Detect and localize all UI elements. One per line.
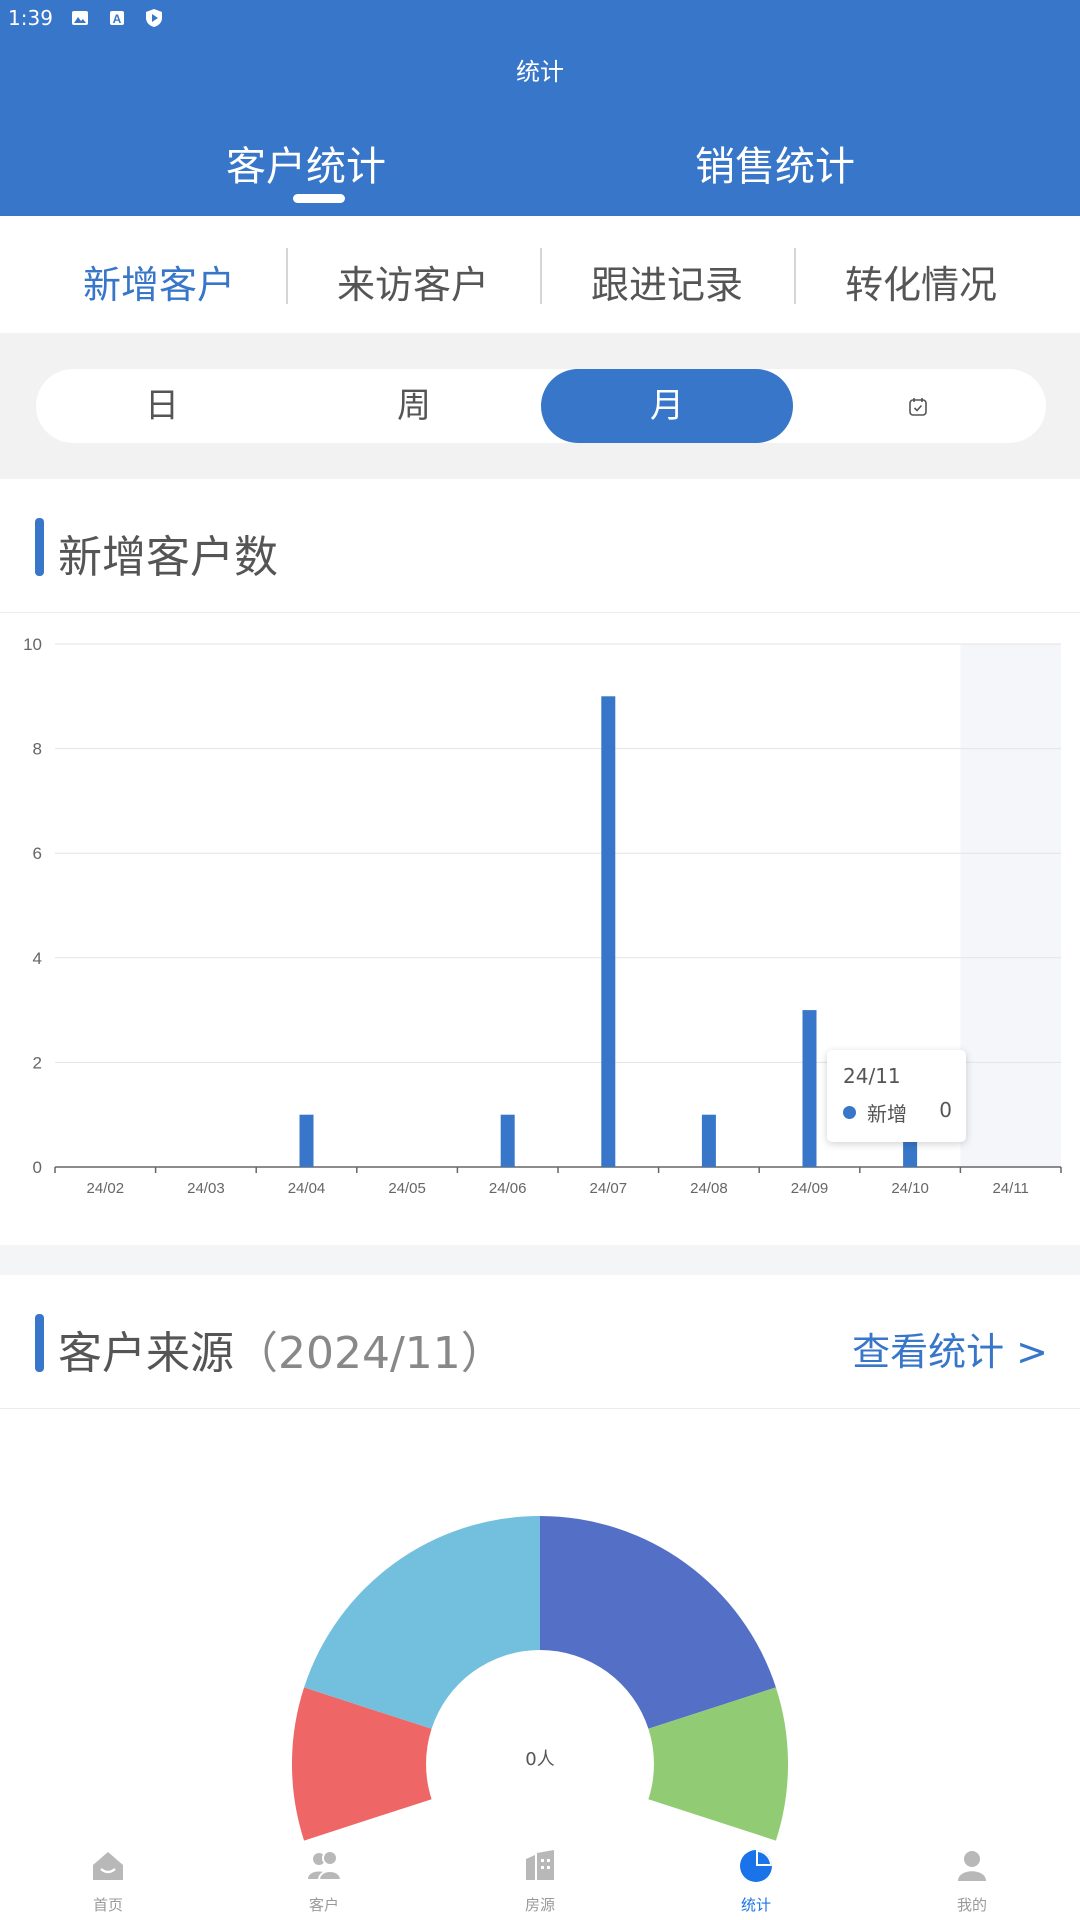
- period-custom[interactable]: [794, 369, 1046, 443]
- tooltip-series-dot: [843, 1106, 856, 1119]
- chart-tooltip: 24/11 新增 0: [827, 1050, 966, 1142]
- view-statistics-link[interactable]: 查看统计 >: [852, 1321, 1048, 1376]
- tab-customer-stats[interactable]: 客户统计: [156, 134, 456, 192]
- nav-statistics[interactable]: 统计: [648, 1845, 864, 1920]
- subtab-new-customers[interactable]: 新增客户: [59, 254, 259, 309]
- subtab-divider: [286, 248, 288, 304]
- subtab-conversion[interactable]: 转化情况: [821, 254, 1021, 309]
- x-tick-label: 24/10: [891, 1180, 929, 1197]
- bottom-nav: 首页 客户 房源 统计 我的: [0, 1845, 1080, 1920]
- x-tick-label: 24/08: [690, 1180, 728, 1197]
- customer-source-period: （2024/11）: [234, 1328, 505, 1379]
- period-day[interactable]: 日: [36, 369, 288, 443]
- x-tick-label: 24/11: [992, 1180, 1028, 1197]
- text-icon: A: [110, 11, 124, 26]
- donut-segment-1: [540, 1516, 776, 1729]
- y-tick-label: 2: [33, 1053, 42, 1072]
- new-customers-bar-chart[interactable]: 0 2 4 6 8 10 24/02 24/03 24/04 24/05 24/06 24/07 24/…: [0, 613, 1080, 1245]
- period-month[interactable]: 月: [541, 369, 793, 443]
- nav-label: 房源: [524, 1896, 555, 1914]
- period-selector: 日 周 月: [36, 369, 1046, 443]
- building-icon: [526, 1850, 554, 1880]
- bar: [299, 1114, 314, 1167]
- tab-sales-stats[interactable]: 销售统计: [625, 134, 925, 192]
- y-tick-label: 6: [33, 844, 42, 863]
- bar: [500, 1114, 515, 1167]
- app-header: 1:39 A 统计 客户统计 销售统计: [0, 0, 1080, 216]
- y-tick-label: 4: [33, 949, 42, 968]
- screen: 1:39 A 统计 客户统计 销售统计 新增客户 来访客户 跟进记录 转化情况: [0, 0, 1080, 1920]
- bar: [701, 1114, 716, 1167]
- y-tick-label: 0: [33, 1158, 42, 1177]
- status-bar: 1:39 A: [0, 0, 1080, 36]
- home-icon: [93, 1852, 123, 1880]
- active-tab-indicator: [293, 194, 345, 203]
- subtab-visiting-customers[interactable]: 来访客户: [313, 254, 513, 309]
- customer-source-title: 客户来源: [58, 1328, 234, 1379]
- section-accent-bar: [35, 1314, 44, 1372]
- image-icon: [72, 11, 88, 25]
- section-title: 新增客户数: [58, 532, 278, 583]
- customer-icon: [308, 1850, 341, 1881]
- x-tick-label: 24/06: [489, 1180, 527, 1197]
- tooltip-value: 0: [939, 1098, 952, 1122]
- nav-home[interactable]: 首页: [0, 1845, 216, 1920]
- nav-label: 客户: [308, 1896, 339, 1914]
- section-header: 新增客户数: [0, 479, 1080, 613]
- donut-center-label: 0人: [525, 1749, 555, 1770]
- shield-play-icon: [146, 9, 162, 27]
- svg-text:A: A: [113, 12, 122, 26]
- subtab-bar: 新增客户 来访客户 跟进记录 转化情况: [0, 216, 1080, 333]
- customer-source-donut[interactable]: [292, 1516, 788, 1845]
- tooltip-date: 24/11: [843, 1064, 901, 1088]
- highlight-band: [960, 644, 1061, 1167]
- customer-source-card: 客户来源（2024/11） 查看统计 > 0人: [0, 1275, 1080, 1845]
- bar: [601, 696, 616, 1167]
- pie-chart-icon: [740, 1850, 772, 1882]
- subtab-divider: [540, 248, 542, 304]
- tooltip-series-name: 新增: [867, 1102, 907, 1126]
- x-tick-label: 24/05: [388, 1180, 426, 1197]
- calendar-check-icon: [909, 398, 927, 416]
- nav-label: 统计: [740, 1896, 771, 1914]
- section-accent-bar: [35, 518, 44, 576]
- x-tick-label: 24/07: [590, 1180, 628, 1197]
- section-title: 客户来源（2024/11）: [58, 1317, 505, 1381]
- y-tick-label: 10: [23, 635, 42, 654]
- nav-mine[interactable]: 我的: [864, 1845, 1080, 1920]
- nav-label: 我的: [956, 1896, 987, 1914]
- status-time: 1:39: [8, 6, 53, 30]
- x-tick-label: 24/02: [87, 1180, 125, 1197]
- x-tick-label: 24/09: [791, 1180, 829, 1197]
- y-tick-label: 8: [33, 740, 42, 759]
- x-tick-label: 24/04: [288, 1180, 326, 1197]
- section-header: 客户来源（2024/11） 查看统计 >: [0, 1275, 1080, 1409]
- period-week[interactable]: 周: [288, 369, 540, 443]
- nav-label: 首页: [92, 1896, 123, 1914]
- donut-segment-4: [304, 1516, 540, 1729]
- nav-customer[interactable]: 客户: [216, 1845, 432, 1920]
- subtab-divider: [794, 248, 796, 304]
- subtab-follow-up-records[interactable]: 跟进记录: [567, 254, 767, 309]
- page-title: 统计: [516, 58, 564, 86]
- user-icon: [958, 1851, 986, 1881]
- period-selector-area: 日 周 月: [0, 333, 1080, 479]
- x-tick-label: 24/03: [187, 1180, 225, 1197]
- bar: [802, 1010, 817, 1167]
- nav-listings[interactable]: 房源: [432, 1845, 648, 1920]
